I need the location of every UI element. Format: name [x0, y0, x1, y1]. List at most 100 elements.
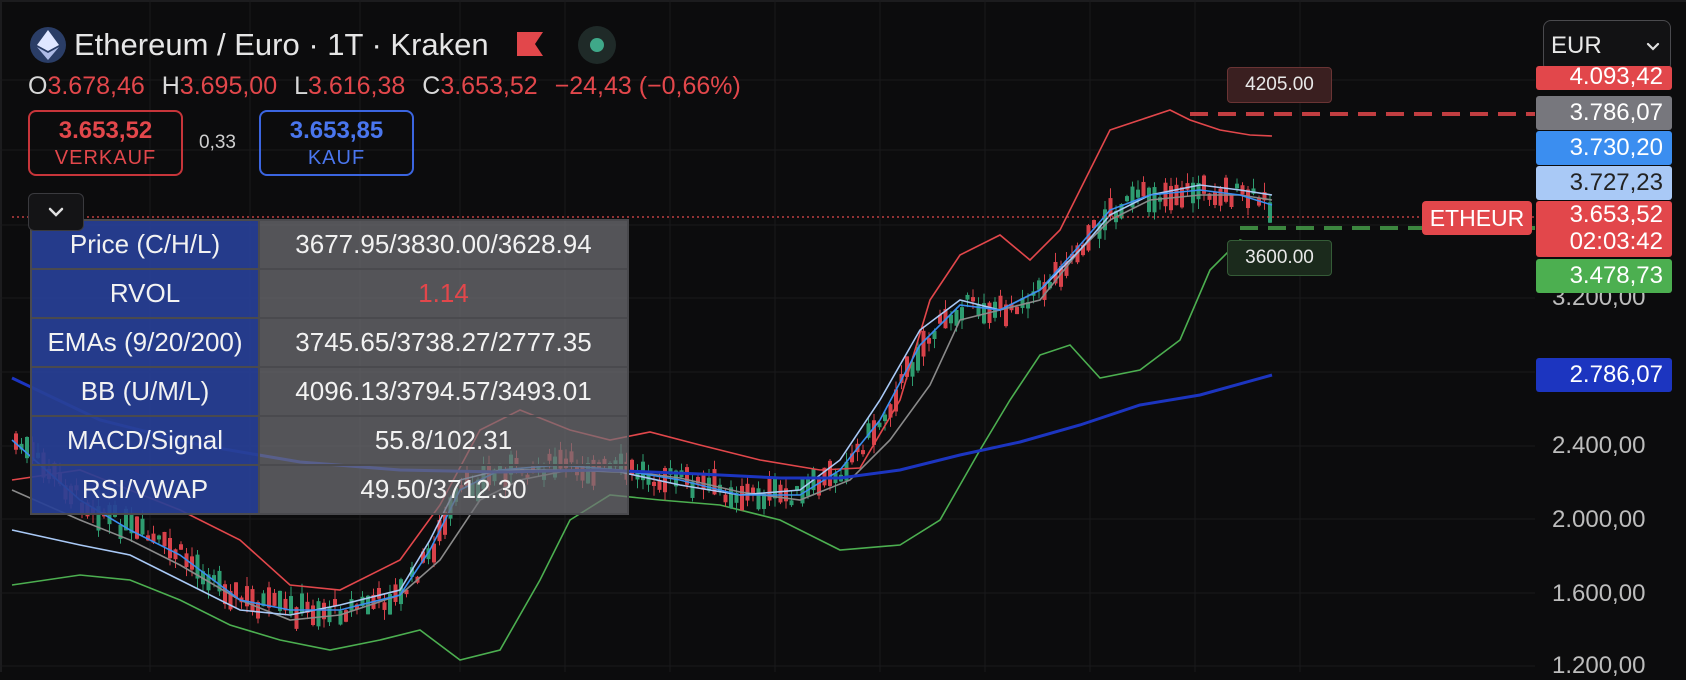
candle — [767, 478, 772, 501]
candle — [652, 481, 656, 487]
candle — [965, 294, 970, 300]
table-label: EMAs (9/20/200) — [30, 317, 260, 368]
sell-price: 3.653,52 — [58, 116, 153, 144]
candle — [971, 297, 975, 302]
candle — [789, 500, 794, 506]
flag-icon[interactable] — [517, 32, 543, 61]
ethereum-icon — [30, 27, 66, 63]
buy-button[interactable]: 3.653,85 KAUF — [259, 110, 414, 176]
table-value: 3745.65/3738.27/2777.35 — [258, 317, 629, 368]
candle — [778, 484, 783, 503]
candle — [316, 601, 321, 627]
candle — [1224, 177, 1228, 202]
candle — [377, 587, 381, 599]
candle — [883, 414, 887, 422]
chevron-down-icon — [1646, 42, 1660, 51]
high-value: 3.695,00 — [179, 72, 278, 100]
table-row: EMAs (9/20/200) 3745.65/3738.27/2777.35 — [30, 317, 629, 368]
symbol-tag: ETHEUR — [1422, 201, 1532, 235]
candle — [1246, 189, 1250, 209]
chevron-down-icon — [48, 207, 64, 217]
candle — [1213, 191, 1217, 206]
candle-countdown: 02:03:42 — [1569, 228, 1663, 255]
close-label: C — [422, 72, 441, 100]
table-row: BB (U/M/L) 4096.13/3794.57/3493.01 — [30, 366, 629, 417]
candle — [828, 460, 832, 486]
ema-price-tag: 3.727,23 — [1536, 166, 1672, 200]
upper-level-tag[interactable]: 4205.00 — [1227, 67, 1332, 103]
candle — [168, 537, 172, 559]
price-axis-label: 2.400,00 — [1552, 432, 1646, 459]
candle — [1235, 183, 1239, 189]
table-value: 1.14 — [258, 268, 629, 319]
table-label: BB (U/M/L) — [30, 366, 260, 417]
symbol-title[interactable]: Ethereum / Euro · 1T · Kraken — [74, 27, 489, 63]
candle — [393, 584, 398, 602]
currency-select[interactable]: EUR — [1543, 20, 1671, 72]
ema-price-tag: 3.786,07 — [1536, 96, 1672, 130]
buy-price: 3.653,85 — [289, 116, 384, 144]
table-row: MACD/Signal 55.8/102.31 — [30, 415, 629, 466]
candle — [1218, 188, 1223, 206]
candle — [1125, 196, 1129, 202]
candle — [998, 295, 1003, 309]
candle — [349, 599, 354, 611]
candle — [179, 544, 183, 550]
table-row: Price (C/H/L) 3677.95/3830.00/3628.94 — [30, 219, 629, 270]
spread-value: 0,33 — [199, 132, 236, 153]
ema200-price-tag: 2.786,07 — [1536, 358, 1672, 392]
high-label: H — [161, 72, 180, 100]
candle — [1163, 182, 1168, 207]
price-axis-label: 2.000,00 — [1552, 506, 1646, 533]
price-axis-label: 1.600,00 — [1552, 580, 1646, 607]
candle — [1174, 184, 1179, 206]
candle — [723, 494, 728, 503]
candle — [272, 592, 277, 606]
table-row: RVOL 1.14 — [30, 268, 629, 319]
close-value: 3.653,52 — [440, 72, 538, 100]
table-value: 49.50/3712.30 — [258, 464, 629, 515]
indicator-info-table: Price (C/H/L) 3677.95/3830.00/3628.94 RVO… — [30, 219, 629, 515]
candle — [267, 587, 271, 608]
low-label: L — [294, 72, 308, 100]
sell-label: VERKAUF — [54, 146, 157, 169]
candle — [311, 605, 315, 626]
collapse-legend-button[interactable] — [28, 193, 84, 231]
last-price: 3.653,52 — [1569, 201, 1663, 228]
market-status-icon[interactable] — [578, 26, 616, 64]
last-price-tag: 3.653,52 02:03:42 — [1536, 201, 1672, 257]
table-value: 55.8/102.31 — [258, 415, 629, 466]
low-value: 3.616,38 — [307, 72, 406, 100]
candle — [1141, 181, 1146, 197]
candle — [1015, 306, 1019, 315]
sell-button[interactable]: 3.653,52 VERKAUF — [28, 110, 183, 176]
candle — [135, 516, 139, 539]
candle — [289, 596, 293, 614]
candle — [140, 518, 145, 535]
candle — [382, 602, 387, 610]
open-label: O — [28, 72, 48, 100]
ema-price-tag: 3.730,20 — [1536, 131, 1672, 165]
bb-upper-price-tag: 4.093,42 — [1536, 66, 1672, 90]
change-value: −24,43 (−0,66%) — [554, 72, 741, 100]
table-value: 3677.95/3830.00/3628.94 — [258, 219, 629, 270]
lower-level-tag[interactable]: 3600.00 — [1227, 240, 1332, 276]
candle — [327, 606, 332, 623]
candle — [157, 535, 161, 540]
open-value: 3.678,46 — [47, 72, 145, 100]
currency-value: EUR — [1551, 32, 1602, 59]
price-axis-label: 1.200,00 — [1552, 652, 1646, 679]
candle — [338, 610, 343, 625]
candle — [756, 488, 761, 510]
candle — [740, 485, 744, 511]
candle — [250, 589, 255, 612]
ohlc-legend: O3.678,46 H3.695,00 L3.616,38 C3.653,52 … — [28, 72, 751, 101]
table-label: RVOL — [30, 268, 260, 319]
candle — [927, 338, 931, 344]
price-level-lines — [12, 112, 1535, 230]
table-value: 4096.13/3794.57/3493.01 — [258, 366, 629, 417]
table-label: RSI/VWAP — [30, 464, 260, 515]
buy-label: KAUF — [307, 146, 366, 169]
candle — [806, 478, 810, 497]
table-row: RSI/VWAP 49.50/3712.30 — [30, 464, 629, 515]
